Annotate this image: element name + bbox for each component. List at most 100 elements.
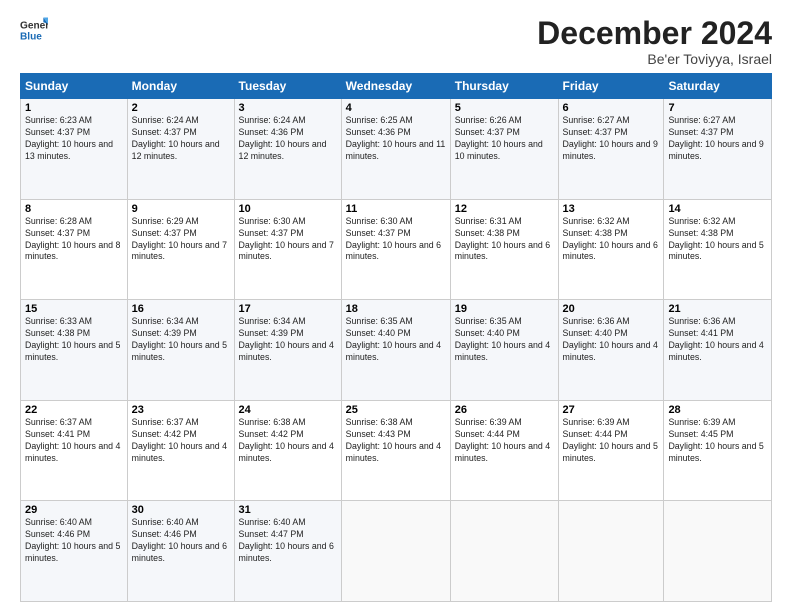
col-saturday: Saturday [664,74,772,99]
day-cell: 14Sunrise: 6:32 AMSunset: 4:38 PMDayligh… [664,199,772,300]
day-number: 23 [132,404,230,416]
day-number: 7 [668,102,767,114]
logo-icon: General Blue [20,16,48,44]
day-cell: 9Sunrise: 6:29 AMSunset: 4:37 PMDaylight… [127,199,234,300]
day-detail: Sunrise: 6:34 AMSunset: 4:39 PMDaylight:… [239,316,337,364]
day-detail: Sunrise: 6:27 AMSunset: 4:37 PMDaylight:… [563,115,660,163]
day-cell: 6Sunrise: 6:27 AMSunset: 4:37 PMDaylight… [558,99,664,200]
day-detail: Sunrise: 6:29 AMSunset: 4:37 PMDaylight:… [132,216,230,264]
day-cell: 5Sunrise: 6:26 AMSunset: 4:37 PMDaylight… [450,99,558,200]
logo: General Blue [20,16,48,44]
day-cell: 11Sunrise: 6:30 AMSunset: 4:37 PMDayligh… [341,199,450,300]
day-detail: Sunrise: 6:30 AMSunset: 4:37 PMDaylight:… [239,216,337,264]
day-number: 16 [132,303,230,315]
day-number: 6 [563,102,660,114]
day-cell: 2Sunrise: 6:24 AMSunset: 4:37 PMDaylight… [127,99,234,200]
day-number: 5 [455,102,554,114]
day-cell: 8Sunrise: 6:28 AMSunset: 4:37 PMDaylight… [21,199,128,300]
day-cell: 23Sunrise: 6:37 AMSunset: 4:42 PMDayligh… [127,400,234,501]
day-number: 29 [25,504,123,516]
header: General Blue December 2024 Be'er Toviyya… [20,16,772,67]
week-row-1: 1Sunrise: 6:23 AMSunset: 4:37 PMDaylight… [21,99,772,200]
day-cell: 3Sunrise: 6:24 AMSunset: 4:36 PMDaylight… [234,99,341,200]
day-detail: Sunrise: 6:31 AMSunset: 4:38 PMDaylight:… [455,216,554,264]
day-detail: Sunrise: 6:24 AMSunset: 4:37 PMDaylight:… [132,115,230,163]
day-cell: 4Sunrise: 6:25 AMSunset: 4:36 PMDaylight… [341,99,450,200]
col-thursday: Thursday [450,74,558,99]
day-detail: Sunrise: 6:27 AMSunset: 4:37 PMDaylight:… [668,115,767,163]
week-row-5: 29Sunrise: 6:40 AMSunset: 4:46 PMDayligh… [21,501,772,602]
day-detail: Sunrise: 6:32 AMSunset: 4:38 PMDaylight:… [563,216,660,264]
svg-text:Blue: Blue [20,31,42,42]
day-number: 8 [25,203,123,215]
day-cell: 18Sunrise: 6:35 AMSunset: 4:40 PMDayligh… [341,300,450,401]
day-detail: Sunrise: 6:34 AMSunset: 4:39 PMDaylight:… [132,316,230,364]
day-cell: 30Sunrise: 6:40 AMSunset: 4:46 PMDayligh… [127,501,234,602]
day-number: 18 [346,303,446,315]
day-detail: Sunrise: 6:36 AMSunset: 4:40 PMDaylight:… [563,316,660,364]
col-friday: Friday [558,74,664,99]
day-detail: Sunrise: 6:38 AMSunset: 4:43 PMDaylight:… [346,417,446,465]
day-detail: Sunrise: 6:40 AMSunset: 4:46 PMDaylight:… [25,517,123,565]
day-detail: Sunrise: 6:35 AMSunset: 4:40 PMDaylight:… [346,316,446,364]
day-detail: Sunrise: 6:38 AMSunset: 4:42 PMDaylight:… [239,417,337,465]
day-cell: 26Sunrise: 6:39 AMSunset: 4:44 PMDayligh… [450,400,558,501]
day-cell [664,501,772,602]
day-cell: 25Sunrise: 6:38 AMSunset: 4:43 PMDayligh… [341,400,450,501]
day-cell: 19Sunrise: 6:35 AMSunset: 4:40 PMDayligh… [450,300,558,401]
day-number: 22 [25,404,123,416]
day-detail: Sunrise: 6:39 AMSunset: 4:45 PMDaylight:… [668,417,767,465]
day-cell: 24Sunrise: 6:38 AMSunset: 4:42 PMDayligh… [234,400,341,501]
day-detail: Sunrise: 6:23 AMSunset: 4:37 PMDaylight:… [25,115,123,163]
day-number: 17 [239,303,337,315]
month-title: December 2024 [537,16,772,51]
day-number: 25 [346,404,446,416]
day-detail: Sunrise: 6:24 AMSunset: 4:36 PMDaylight:… [239,115,337,163]
day-detail: Sunrise: 6:40 AMSunset: 4:47 PMDaylight:… [239,517,337,565]
day-number: 1 [25,102,123,114]
day-number: 4 [346,102,446,114]
day-detail: Sunrise: 6:28 AMSunset: 4:37 PMDaylight:… [25,216,123,264]
day-cell [341,501,450,602]
week-row-2: 8Sunrise: 6:28 AMSunset: 4:37 PMDaylight… [21,199,772,300]
day-number: 10 [239,203,337,215]
day-number: 11 [346,203,446,215]
day-number: 15 [25,303,123,315]
day-number: 19 [455,303,554,315]
calendar-header-row: Sunday Monday Tuesday Wednesday Thursday… [21,74,772,99]
day-number: 21 [668,303,767,315]
day-detail: Sunrise: 6:33 AMSunset: 4:38 PMDaylight:… [25,316,123,364]
title-block: December 2024 Be'er Toviyya, Israel [537,16,772,67]
day-detail: Sunrise: 6:26 AMSunset: 4:37 PMDaylight:… [455,115,554,163]
day-number: 20 [563,303,660,315]
day-detail: Sunrise: 6:40 AMSunset: 4:46 PMDaylight:… [132,517,230,565]
week-row-4: 22Sunrise: 6:37 AMSunset: 4:41 PMDayligh… [21,400,772,501]
day-number: 9 [132,203,230,215]
col-wednesday: Wednesday [341,74,450,99]
day-cell: 31Sunrise: 6:40 AMSunset: 4:47 PMDayligh… [234,501,341,602]
day-number: 26 [455,404,554,416]
day-detail: Sunrise: 6:37 AMSunset: 4:42 PMDaylight:… [132,417,230,465]
day-detail: Sunrise: 6:39 AMSunset: 4:44 PMDaylight:… [455,417,554,465]
day-cell [450,501,558,602]
col-sunday: Sunday [21,74,128,99]
day-cell [558,501,664,602]
day-cell: 22Sunrise: 6:37 AMSunset: 4:41 PMDayligh… [21,400,128,501]
day-detail: Sunrise: 6:35 AMSunset: 4:40 PMDaylight:… [455,316,554,364]
day-detail: Sunrise: 6:39 AMSunset: 4:44 PMDaylight:… [563,417,660,465]
day-cell: 17Sunrise: 6:34 AMSunset: 4:39 PMDayligh… [234,300,341,401]
col-monday: Monday [127,74,234,99]
day-detail: Sunrise: 6:30 AMSunset: 4:37 PMDaylight:… [346,216,446,264]
day-detail: Sunrise: 6:25 AMSunset: 4:36 PMDaylight:… [346,115,446,163]
day-number: 31 [239,504,337,516]
day-number: 27 [563,404,660,416]
week-row-3: 15Sunrise: 6:33 AMSunset: 4:38 PMDayligh… [21,300,772,401]
day-detail: Sunrise: 6:36 AMSunset: 4:41 PMDaylight:… [668,316,767,364]
day-cell: 28Sunrise: 6:39 AMSunset: 4:45 PMDayligh… [664,400,772,501]
day-cell: 1Sunrise: 6:23 AMSunset: 4:37 PMDaylight… [21,99,128,200]
day-cell: 16Sunrise: 6:34 AMSunset: 4:39 PMDayligh… [127,300,234,401]
day-number: 13 [563,203,660,215]
day-cell: 20Sunrise: 6:36 AMSunset: 4:40 PMDayligh… [558,300,664,401]
day-cell: 12Sunrise: 6:31 AMSunset: 4:38 PMDayligh… [450,199,558,300]
day-detail: Sunrise: 6:32 AMSunset: 4:38 PMDaylight:… [668,216,767,264]
